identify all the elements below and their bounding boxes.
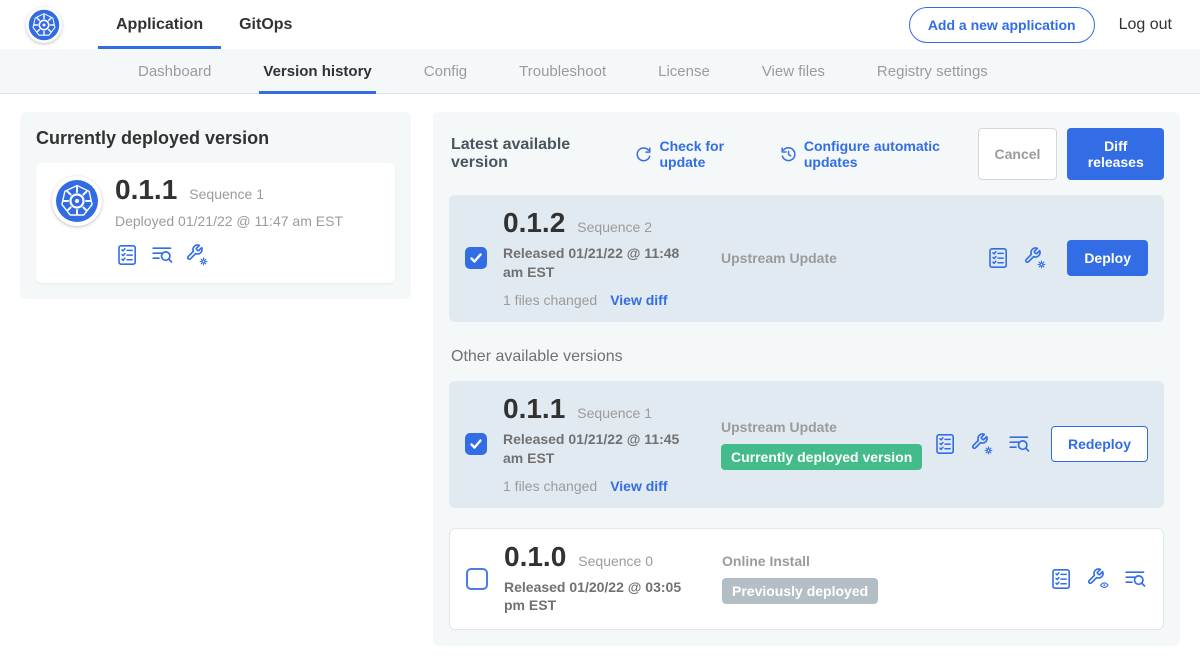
tab-application-label: Application xyxy=(116,16,203,34)
auto-update-icon xyxy=(780,145,797,164)
version-source: Online Install Previously deployed xyxy=(712,553,1049,604)
version-info: 0.1.0 Sequence 0 Released 01/20/22 @ 03:… xyxy=(504,543,712,616)
main-content: Currently deployed version 0.1.1 Sequenc… xyxy=(0,94,1200,664)
edit-config-icon[interactable] xyxy=(1023,246,1047,270)
checkbox-check-icon xyxy=(469,251,483,265)
kubernetes-logo xyxy=(26,7,62,43)
version-actions: Redeploy xyxy=(933,426,1148,462)
source-label: Online Install xyxy=(722,553,1049,569)
header-actions: Cancel Diff releases xyxy=(978,128,1164,180)
configure-updates-label: Configure automatic updates xyxy=(804,138,978,170)
diff-releases-button[interactable]: Diff releases xyxy=(1067,128,1164,180)
released-timestamp: Released 01/20/22 @ 03:05 pm EST xyxy=(504,578,704,616)
subnav-view-files-label: View files xyxy=(762,63,825,80)
check-update-icon xyxy=(635,145,652,164)
version-info: 0.1.2 Sequence 2 Released 01/21/22 @ 11:… xyxy=(503,209,711,308)
subnav-troubleshoot-label: Troubleshoot xyxy=(519,63,606,80)
logout-link[interactable]: Log out xyxy=(1119,16,1172,34)
configure-updates-link[interactable]: Configure automatic updates xyxy=(780,138,978,170)
released-timestamp: Released 01/21/22 @ 11:48 am EST xyxy=(503,244,703,282)
source-label: Upstream Update xyxy=(721,250,986,266)
view-config-icon[interactable] xyxy=(1086,567,1110,591)
deployed-version-info: 0.1.1 Sequence 1 Deployed 01/21/22 @ 11:… xyxy=(115,176,343,267)
subnav-item-config[interactable]: Config xyxy=(424,49,467,93)
subnav-item-view-files[interactable]: View files xyxy=(762,49,825,93)
deployed-timestamp: Deployed 01/21/22 @ 11:47 am EST xyxy=(115,213,343,229)
version-row-0-1-0: 0.1.0 Sequence 0 Released 01/20/22 @ 03:… xyxy=(449,528,1164,631)
subnav-item-license[interactable]: License xyxy=(658,49,710,93)
other-versions-title: Other available versions xyxy=(451,348,1162,366)
version-actions: Deploy xyxy=(986,240,1148,276)
version-checkbox[interactable] xyxy=(465,433,487,455)
source-label: Upstream Update xyxy=(721,419,933,435)
subnav-license-label: License xyxy=(658,63,710,80)
panel-header: Latest available version Check for updat… xyxy=(449,128,1164,180)
currently-deployed-badge: Currently deployed version xyxy=(721,444,922,470)
edit-config-icon[interactable] xyxy=(970,432,994,456)
preflight-checks-icon[interactable] xyxy=(933,432,957,456)
version-row-0-1-2: 0.1.2 Sequence 2 Released 01/21/22 @ 11:… xyxy=(449,195,1164,322)
kubernetes-logo-icon xyxy=(28,9,60,41)
deployed-version-card: 0.1.1 Sequence 1 Deployed 01/21/22 @ 11:… xyxy=(36,163,395,283)
version-source: Upstream Update xyxy=(711,250,986,266)
version-actions xyxy=(1049,567,1147,591)
tab-application[interactable]: Application xyxy=(98,0,221,49)
files-changed: 1 files changed xyxy=(503,478,597,494)
checkbox-check-icon xyxy=(469,437,483,451)
deploy-logs-icon[interactable] xyxy=(1007,432,1031,456)
released-timestamp: Released 01/21/22 @ 11:45 am EST xyxy=(503,430,703,468)
deployed-version-number: 0.1.1 xyxy=(115,176,177,204)
tab-gitops-label: GitOps xyxy=(239,16,292,34)
subnav-version-history-label: Version history xyxy=(263,63,371,80)
version-number: 0.1.0 xyxy=(504,543,566,571)
edit-config-icon[interactable] xyxy=(185,243,209,267)
version-number: 0.1.2 xyxy=(503,209,565,237)
add-application-button[interactable]: Add a new application xyxy=(909,7,1095,43)
currently-deployed-card: Currently deployed version 0.1.1 Sequenc… xyxy=(20,112,411,299)
version-sequence: Sequence 1 xyxy=(577,405,652,421)
preflight-checks-icon[interactable] xyxy=(1049,567,1073,591)
cancel-button[interactable]: Cancel xyxy=(978,128,1058,180)
subnav-config-label: Config xyxy=(424,63,467,80)
deploy-logs-icon[interactable] xyxy=(150,243,174,267)
deployed-card-title: Currently deployed version xyxy=(36,128,395,149)
app-subnav: Dashboard Version history Config Trouble… xyxy=(0,49,1200,94)
version-checkbox[interactable] xyxy=(466,568,488,590)
latest-available-title: Latest available version xyxy=(451,136,613,172)
top-nav: Application GitOps Add a new application… xyxy=(0,0,1200,49)
topnav-right: Add a new application Log out xyxy=(909,7,1200,43)
topnav-tabs: Application GitOps xyxy=(98,0,310,49)
subnav-dashboard-label: Dashboard xyxy=(138,63,211,80)
version-sequence: Sequence 2 xyxy=(577,219,652,235)
subnav-item-registry-settings[interactable]: Registry settings xyxy=(877,49,988,93)
kubernetes-logo-icon xyxy=(55,179,99,223)
version-history-panel: Latest available version Check for updat… xyxy=(433,112,1180,646)
version-row-0-1-1: 0.1.1 Sequence 1 Released 01/21/22 @ 11:… xyxy=(449,381,1164,508)
deployed-sequence: Sequence 1 xyxy=(189,186,264,202)
check-for-update-link[interactable]: Check for update xyxy=(635,138,761,170)
check-for-update-label: Check for update xyxy=(659,138,761,170)
deploy-logs-icon[interactable] xyxy=(1123,567,1147,591)
previously-deployed-badge: Previously deployed xyxy=(722,578,878,604)
version-checkbox[interactable] xyxy=(465,247,487,269)
subnav-item-troubleshoot[interactable]: Troubleshoot xyxy=(519,49,606,93)
subnav-registry-settings-label: Registry settings xyxy=(877,63,988,80)
preflight-checks-icon[interactable] xyxy=(986,246,1010,270)
app-logo xyxy=(52,176,102,226)
deployed-action-icons xyxy=(115,243,343,267)
version-number: 0.1.1 xyxy=(503,395,565,423)
subnav-item-dashboard[interactable]: Dashboard xyxy=(138,49,211,93)
deploy-button[interactable]: Deploy xyxy=(1067,240,1148,276)
version-info: 0.1.1 Sequence 1 Released 01/21/22 @ 11:… xyxy=(503,395,711,494)
redeploy-button[interactable]: Redeploy xyxy=(1051,426,1148,462)
view-diff-link[interactable]: View diff xyxy=(610,478,667,494)
subnav-item-version-history[interactable]: Version history xyxy=(263,49,371,93)
version-sequence: Sequence 0 xyxy=(578,553,653,569)
files-changed: 1 files changed xyxy=(503,292,597,308)
view-diff-link[interactable]: View diff xyxy=(610,292,667,308)
version-source: Upstream Update Currently deployed versi… xyxy=(711,419,933,470)
tab-gitops[interactable]: GitOps xyxy=(221,0,310,49)
preflight-checks-icon[interactable] xyxy=(115,243,139,267)
